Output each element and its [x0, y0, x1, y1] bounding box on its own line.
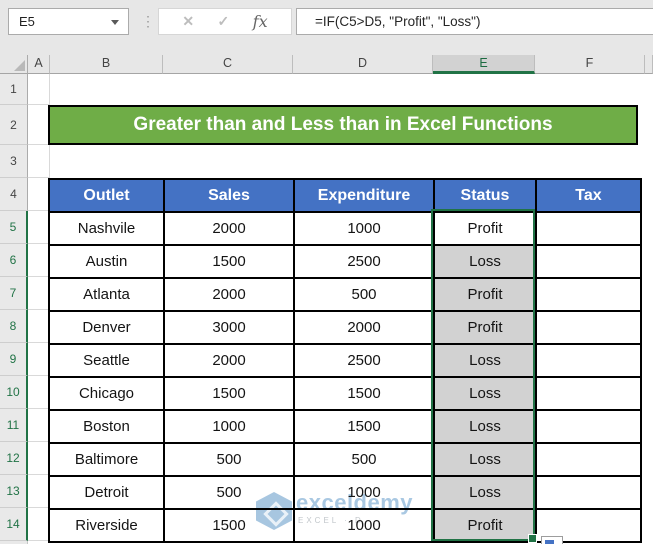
- quick-analysis-icon: [545, 540, 554, 544]
- formula-buttons: ✕ ✓ fx: [158, 8, 292, 35]
- cell-tax[interactable]: [537, 444, 642, 477]
- cell-tax[interactable]: [537, 213, 642, 246]
- cell-expenditure[interactable]: 1500: [295, 411, 435, 444]
- column-header-b[interactable]: B: [50, 55, 163, 74]
- row-header-7[interactable]: 7: [0, 277, 28, 310]
- cell-outlet[interactable]: Nashvile: [50, 213, 165, 246]
- enter-icon[interactable]: ✓: [218, 13, 230, 30]
- cell-expenditure[interactable]: 500: [295, 279, 435, 312]
- cell-sales[interactable]: 500: [165, 477, 295, 510]
- table-header-sales[interactable]: Sales: [165, 180, 295, 213]
- cell-expenditure[interactable]: 500: [295, 444, 435, 477]
- cell-status[interactable]: Profit: [435, 510, 537, 543]
- row-header-strip: 1 2 3 4 5 6 7 8 9 10 11 12 13 14: [0, 74, 28, 544]
- cell-tax[interactable]: [537, 378, 642, 411]
- cell-sales[interactable]: 1000: [165, 411, 295, 444]
- cell-outlet[interactable]: Atlanta: [50, 279, 165, 312]
- cell-outlet[interactable]: Denver: [50, 312, 165, 345]
- title-banner: Greater than and Less than in Excel Func…: [48, 105, 638, 145]
- excel-window: E5 ⋮ ✕ ✓ fx =IF(C5>D5, "Profit", "Loss")…: [0, 0, 653, 544]
- cell-expenditure[interactable]: 1000: [295, 477, 435, 510]
- column-header-strip: A B C D E F: [0, 55, 653, 74]
- cell-expenditure[interactable]: 2500: [295, 246, 435, 279]
- cell-expenditure[interactable]: 1000: [295, 213, 435, 246]
- data-table: Outlet Sales Expenditure Status Tax Nash…: [48, 178, 642, 543]
- cell-outlet[interactable]: Baltimore: [50, 444, 165, 477]
- row-header-2[interactable]: 2: [0, 105, 28, 145]
- table-header-status[interactable]: Status: [435, 180, 537, 213]
- row-header-6[interactable]: 6: [0, 244, 28, 277]
- cell-tax[interactable]: [537, 411, 642, 444]
- cell-expenditure[interactable]: 1000: [295, 510, 435, 543]
- cell-tax[interactable]: [537, 312, 642, 345]
- cell-status-active[interactable]: Profit: [435, 213, 537, 246]
- cancel-icon[interactable]: ✕: [182, 13, 194, 30]
- cell-sales[interactable]: 2000: [165, 345, 295, 378]
- row-header-9[interactable]: 9: [0, 343, 28, 376]
- cell-sales[interactable]: 1500: [165, 510, 295, 543]
- cell-status[interactable]: Profit: [435, 279, 537, 312]
- chevron-down-icon[interactable]: [111, 20, 119, 25]
- formula-text: =IF(C5>D5, "Profit", "Loss"): [315, 14, 480, 29]
- row-header-5[interactable]: 5: [0, 211, 28, 244]
- column-header-e-selected[interactable]: E: [433, 55, 535, 74]
- cell-expenditure[interactable]: 1500: [295, 378, 435, 411]
- row-header-13[interactable]: 13: [0, 475, 28, 508]
- quick-analysis-button[interactable]: [541, 536, 563, 544]
- cell-expenditure[interactable]: 2500: [295, 345, 435, 378]
- table-header-tax[interactable]: Tax: [537, 180, 642, 213]
- row-header-1[interactable]: 1: [0, 74, 28, 105]
- table-header-expenditure[interactable]: Expenditure: [295, 180, 435, 213]
- name-box[interactable]: E5: [8, 8, 129, 35]
- select-all-button[interactable]: [0, 55, 28, 74]
- cell-tax[interactable]: [537, 477, 642, 510]
- row-header-8[interactable]: 8: [0, 310, 28, 343]
- cell-sales[interactable]: 1500: [165, 378, 295, 411]
- column-header-f[interactable]: F: [535, 55, 645, 74]
- cell-sales[interactable]: 3000: [165, 312, 295, 345]
- cell-outlet[interactable]: Chicago: [50, 378, 165, 411]
- column-header-a[interactable]: A: [28, 55, 50, 74]
- more-options-icon: ⋮: [141, 8, 155, 35]
- cell-sales[interactable]: 2000: [165, 279, 295, 312]
- cell-sales[interactable]: 2000: [165, 213, 295, 246]
- formula-bar-row: E5 ⋮ ✕ ✓ fx =IF(C5>D5, "Profit", "Loss"): [0, 0, 653, 55]
- row-header-4[interactable]: 4: [0, 178, 28, 211]
- cell-outlet[interactable]: Riverside: [50, 510, 165, 543]
- cell-outlet[interactable]: Detroit: [50, 477, 165, 510]
- cell-status[interactable]: Loss: [435, 345, 537, 378]
- row-header-10[interactable]: 10: [0, 376, 28, 409]
- cell-sales[interactable]: 1500: [165, 246, 295, 279]
- cell-tax[interactable]: [537, 279, 642, 312]
- row-header-12[interactable]: 12: [0, 442, 28, 475]
- cell-status[interactable]: Profit: [435, 312, 537, 345]
- row-header-11[interactable]: 11: [0, 409, 28, 442]
- fill-handle[interactable]: [528, 534, 537, 543]
- insert-function-icon[interactable]: fx: [253, 12, 268, 31]
- table-header-outlet[interactable]: Outlet: [50, 180, 165, 213]
- cell-status[interactable]: Loss: [435, 411, 537, 444]
- cell-reference: E5: [19, 14, 35, 29]
- column-header-c[interactable]: C: [163, 55, 293, 74]
- cell-outlet[interactable]: Austin: [50, 246, 165, 279]
- column-header-g-partial[interactable]: [645, 55, 653, 74]
- select-all-triangle-icon: [14, 60, 25, 71]
- cell-status[interactable]: Loss: [435, 444, 537, 477]
- cell-tax[interactable]: [537, 246, 642, 279]
- cell-tax[interactable]: [537, 345, 642, 378]
- cell-status[interactable]: Loss: [435, 246, 537, 279]
- banner-title: Greater than and Less than in Excel Func…: [133, 114, 552, 136]
- row-header-3[interactable]: 3: [0, 145, 28, 178]
- cell-sales[interactable]: 500: [165, 444, 295, 477]
- formula-bar[interactable]: =IF(C5>D5, "Profit", "Loss"): [296, 8, 653, 35]
- cell-status[interactable]: Loss: [435, 378, 537, 411]
- cell-outlet[interactable]: Seattle: [50, 345, 165, 378]
- row-header-14[interactable]: 14: [0, 508, 28, 541]
- cell-status[interactable]: Loss: [435, 477, 537, 510]
- column-header-d[interactable]: D: [293, 55, 433, 74]
- cell-outlet[interactable]: Boston: [50, 411, 165, 444]
- cell-expenditure[interactable]: 2000: [295, 312, 435, 345]
